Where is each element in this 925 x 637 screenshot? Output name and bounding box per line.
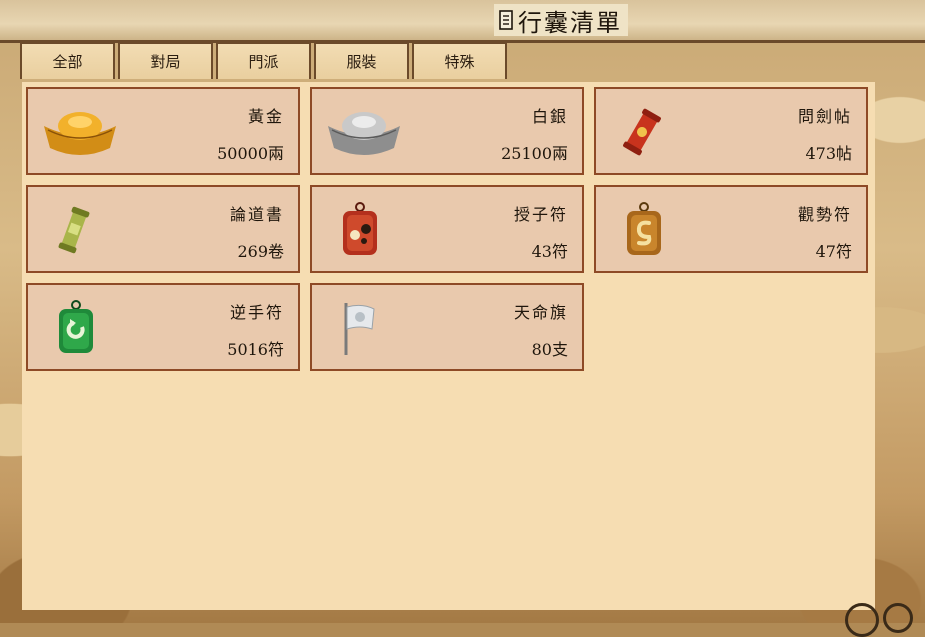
- item-quantity: 43符: [531, 242, 568, 261]
- item-quantity: 50000兩: [217, 144, 284, 163]
- item-quantity: 80支: [531, 340, 568, 359]
- item-name: 問劍帖: [797, 107, 852, 126]
- tab-costume[interactable]: 服裝: [314, 42, 409, 79]
- tab-special[interactable]: 特殊: [412, 42, 507, 79]
- item-quantity: 25100兩: [501, 144, 568, 163]
- gold-ingot-icon: [40, 101, 120, 163]
- item-name: 論道書: [229, 205, 284, 224]
- red-talisman-icon: [320, 199, 400, 261]
- top-bar: 行囊清單: [0, 0, 925, 43]
- item-card-gold[interactable]: 黃金 50000兩: [26, 87, 300, 175]
- item-name: 逆手符: [229, 303, 284, 322]
- item-card-fate-flag[interactable]: 天命旗 80支: [310, 283, 584, 371]
- title-text: 行囊清單: [518, 8, 622, 37]
- white-flag-icon: [320, 297, 400, 359]
- red-scroll-icon: [602, 101, 682, 163]
- item-card-observe-talisman[interactable]: 觀勢符 47符: [594, 185, 868, 273]
- gold-talisman-icon: [604, 199, 684, 261]
- item-quantity: 269卷: [237, 242, 284, 261]
- corner-ornament: [883, 603, 913, 633]
- item-name: 黃金: [247, 107, 284, 126]
- item-card-sword-invite[interactable]: 問劍帖 473帖: [594, 87, 868, 175]
- item-quantity: 5016符: [227, 340, 284, 359]
- item-name: 天命旗: [513, 303, 568, 322]
- item-name: 白銀: [531, 107, 568, 126]
- item-card-dao-book[interactable]: 論道書 269卷: [26, 185, 300, 273]
- green-scroll-icon: [34, 199, 114, 261]
- item-quantity: 473帖: [805, 144, 852, 163]
- item-card-silver[interactable]: 白銀 25100兩: [310, 87, 584, 175]
- item-name: 觀勢符: [797, 205, 852, 224]
- tab-all[interactable]: 全部: [20, 42, 115, 79]
- corner-ornament: [845, 603, 879, 637]
- silver-ingot-icon: [324, 101, 404, 163]
- green-talisman-icon: [36, 297, 116, 359]
- category-tabs: 全部 對局 門派 服裝 特殊: [20, 42, 510, 79]
- scroll-list-icon: [498, 9, 514, 31]
- page-title: 行囊清單: [494, 4, 628, 37]
- tab-match[interactable]: 對局: [118, 42, 213, 79]
- item-name: 授子符: [513, 205, 568, 224]
- item-card-reverse-talisman[interactable]: 逆手符 5016符: [26, 283, 300, 371]
- item-card-grant-talisman[interactable]: 授子符 43符: [310, 185, 584, 273]
- item-quantity: 47符: [815, 242, 852, 261]
- tab-sect[interactable]: 門派: [216, 42, 311, 79]
